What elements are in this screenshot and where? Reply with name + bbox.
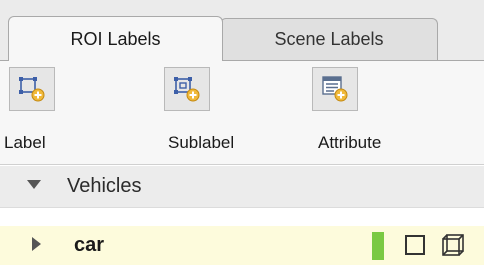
label-list-item[interactable]: car [0,226,484,265]
add-attribute-text: Attribute [318,133,382,152]
tab-roi-labels-text: ROI Labels [70,28,161,49]
add-label-button[interactable]: Label [0,61,90,164]
add-sublabel-icon [164,67,210,111]
chevron-right-icon[interactable] [32,237,41,251]
add-sublabel-text: Sublabel [168,133,235,152]
label-color-swatch [372,232,384,260]
tab-scene-labels[interactable]: Scene Labels [220,18,438,60]
add-attribute-icon [312,67,358,111]
label-group-header[interactable]: Vehicles [0,166,484,208]
add-attribute-button[interactable]: Attribute [303,61,393,164]
label-name: car [74,234,105,256]
add-sublabel-button[interactable]: Sublabel [155,61,245,164]
tab-roi-labels[interactable]: ROI Labels [8,16,223,61]
label-group-title: Vehicles [67,175,142,197]
label-toolbar: Label Sublabel Attribute [0,61,484,165]
cuboid-icon [442,234,464,256]
rectangle-icon [405,235,425,255]
add-label-icon [9,67,55,111]
chevron-down-icon[interactable] [27,180,41,189]
tab-scene-labels-text: Scene Labels [274,29,384,49]
label-tab-strip: ROI Labels Scene Labels [0,0,484,62]
add-label-text: Label [4,133,46,152]
